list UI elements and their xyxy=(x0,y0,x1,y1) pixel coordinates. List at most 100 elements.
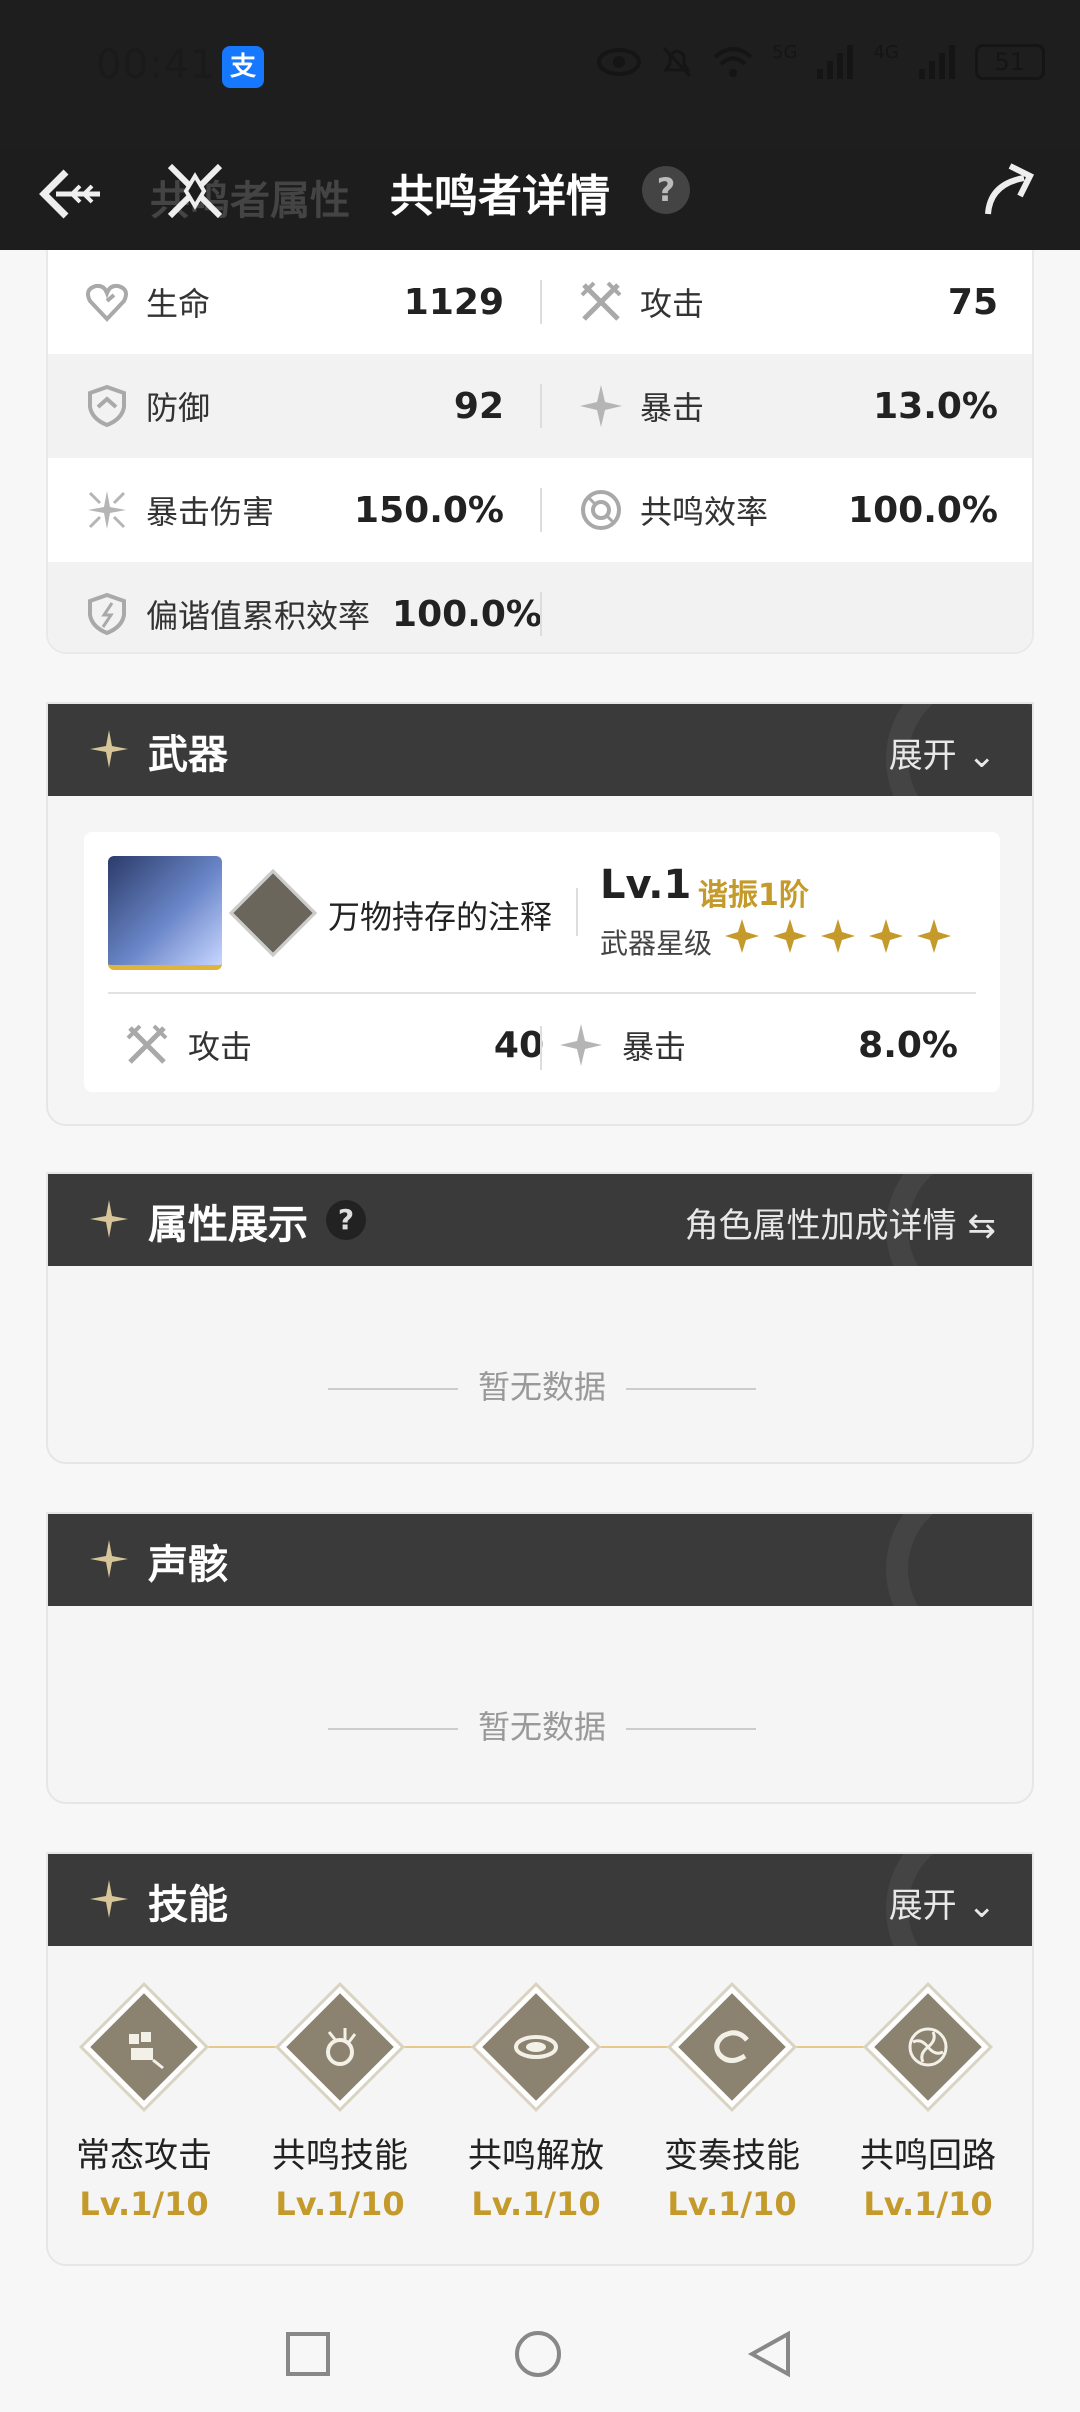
skill-resonance-skill[interactable]: 共鸣技能 Lv.1/10 xyxy=(250,1981,430,2223)
sparkle-icon xyxy=(90,1540,128,1578)
wifi-icon xyxy=(713,47,753,77)
section-title: 武器 xyxy=(148,732,228,778)
section-title: 声骸 xyxy=(148,1542,228,1588)
skill-name: 变奏技能 xyxy=(664,2136,800,2176)
back-nav-button[interactable] xyxy=(746,2330,794,2378)
share-arrow-icon xyxy=(985,163,1035,215)
crescent-icon xyxy=(714,2030,749,2063)
stat-off-tune: 偏谐值累积效率 100.0% xyxy=(84,562,542,652)
divider xyxy=(540,1026,542,1070)
sparkle-icon xyxy=(90,1200,128,1238)
stat-label: 暴击伤害 xyxy=(146,493,275,531)
skill-level: Lv.1/10 xyxy=(667,2185,797,2223)
back-arrow-icon xyxy=(39,169,100,219)
empty-text: 暂无数据 xyxy=(477,1708,606,1746)
weapon-section-header: 武器 展开 ⌄ xyxy=(48,704,1032,796)
weapon-rarity-stars xyxy=(724,918,952,954)
back-button[interactable] xyxy=(36,158,108,230)
skill-name: 共鸣解放 xyxy=(468,2136,604,2176)
weapon-tune-rank: 谐振1阶 xyxy=(698,878,809,913)
alipay-notification-icon: 支 xyxy=(222,46,264,88)
stat-value: 75 xyxy=(947,281,998,323)
weapon-name: 万物持存的注释 xyxy=(328,898,553,936)
divider xyxy=(327,1728,458,1730)
swords-icon xyxy=(580,281,622,321)
attribute-section: 属性展示 ? 角色属性加成详情 ⇆ 暂无数据 xyxy=(46,1172,1034,1464)
rarity-star-icon xyxy=(725,919,759,953)
chevron-down-icon: ⌄ xyxy=(967,1886,997,1926)
skill-resonance-liberation[interactable]: 共鸣解放 Lv.1/10 xyxy=(446,1981,626,2223)
stat-label: 共鸣效率 xyxy=(640,493,769,531)
stat-label: 生命 xyxy=(146,285,211,323)
expand-button[interactable]: 展开 ⌄ xyxy=(889,1878,996,1927)
stat-crit: 暴击 13.0% xyxy=(578,354,998,458)
weapon-stat-atk: 攻击 40 xyxy=(124,1010,544,1080)
stat-label: 攻击 xyxy=(188,1028,253,1066)
heart-icon xyxy=(86,283,128,322)
spiral-icon xyxy=(908,2027,948,2067)
home-button[interactable] xyxy=(514,2330,562,2378)
signal-icon xyxy=(817,45,854,79)
stat-row: 生命 1129 攻击 75 xyxy=(48,250,1032,354)
swap-icon: ⇆ xyxy=(967,1206,997,1246)
stat-row: 偏谐值累积效率 100.0% xyxy=(48,562,1032,652)
status-time: 00:41 xyxy=(96,42,217,88)
divider xyxy=(108,992,976,994)
stat-label: 暴击 xyxy=(640,389,705,427)
stat-value: 1129 xyxy=(403,281,504,323)
eye-icon xyxy=(597,48,641,76)
stat-label: 防御 xyxy=(146,389,211,427)
weapon-rarity-label: 武器星级 xyxy=(600,927,713,960)
stat-row: 防御 92 暴击 13.0% xyxy=(48,354,1032,458)
stat-row: 暴击伤害 150.0% 共鸣效率 100.0% xyxy=(48,458,1032,562)
empty-state: 暂无数据 xyxy=(48,1702,1032,1748)
expand-label: 展开 xyxy=(888,1886,957,1926)
skill-normal-attack[interactable]: 常态攻击 Lv.1/10 xyxy=(54,1981,234,2223)
section-title: 技能 xyxy=(148,1882,228,1928)
expand-label: 展开 xyxy=(888,736,957,776)
stat-value: 13.0% xyxy=(873,385,998,427)
skill-intro-skill[interactable]: 变奏技能 Lv.1/10 xyxy=(642,1981,822,2223)
stats-card: 生命 1129 攻击 75 防御 92 暴击 13.0% 暴击伤害 150.0% xyxy=(46,250,1034,654)
divider xyxy=(576,888,578,936)
help-button[interactable]: ? xyxy=(326,1200,366,1240)
crit-icon xyxy=(580,385,622,427)
swords-icon xyxy=(126,1024,168,1064)
empty-text: 暂无数据 xyxy=(477,1368,606,1406)
skill-name: 共鸣回路 xyxy=(860,2136,996,2176)
weapon-card[interactable]: 万物持存的注释 Lv.1 谐振1阶 武器星级 攻击 40 暴击 8.0% xyxy=(84,832,1000,1092)
weapon-type-icon xyxy=(229,869,317,957)
network-5g-label: 5G xyxy=(772,41,798,63)
recent-apps-button[interactable] xyxy=(284,2330,332,2378)
shield-icon xyxy=(88,384,126,428)
crit-icon xyxy=(560,1024,602,1066)
crit-damage-icon xyxy=(88,491,126,529)
share-button[interactable] xyxy=(980,160,1040,220)
divider xyxy=(626,1728,756,1730)
stat-label: 偏谐值累积效率 xyxy=(146,597,371,635)
attribute-bonus-details-link[interactable]: 角色属性加成详情 ⇆ xyxy=(685,1198,996,1247)
skill-level: Lv.1/10 xyxy=(863,2185,993,2223)
vortex-icon xyxy=(514,2035,558,2059)
rarity-star-icon xyxy=(917,919,951,953)
stat-value: 92 xyxy=(453,385,504,427)
divider xyxy=(540,592,542,636)
help-button[interactable]: ? xyxy=(642,166,690,214)
skill-swirl-icon xyxy=(326,2028,357,2066)
skill-forte-circuit[interactable]: 共鸣回路 Lv.1/10 xyxy=(838,1981,1018,2223)
stat-value: 150.0% xyxy=(354,489,504,531)
divider xyxy=(540,488,542,532)
signal-icon-2 xyxy=(918,45,955,79)
section-title: 属性展示 xyxy=(148,1202,308,1248)
stat-energy: 共鸣效率 100.0% xyxy=(578,458,998,562)
expand-button[interactable]: 展开 ⌄ xyxy=(889,728,996,777)
weapon-level: Lv.1 xyxy=(600,862,692,908)
link-label: 角色属性加成详情 xyxy=(684,1206,957,1246)
stat-crit-dmg: 暴击伤害 150.0% xyxy=(84,458,504,562)
stat-atk: 攻击 75 xyxy=(578,250,998,354)
divider xyxy=(327,1388,458,1390)
sparkle-icon xyxy=(90,1880,128,1918)
skill-level: Lv.1/10 xyxy=(275,2185,405,2223)
weapon-stat-crit: 暴击 8.0% xyxy=(558,1010,958,1080)
rarity-star-icon xyxy=(821,919,855,953)
